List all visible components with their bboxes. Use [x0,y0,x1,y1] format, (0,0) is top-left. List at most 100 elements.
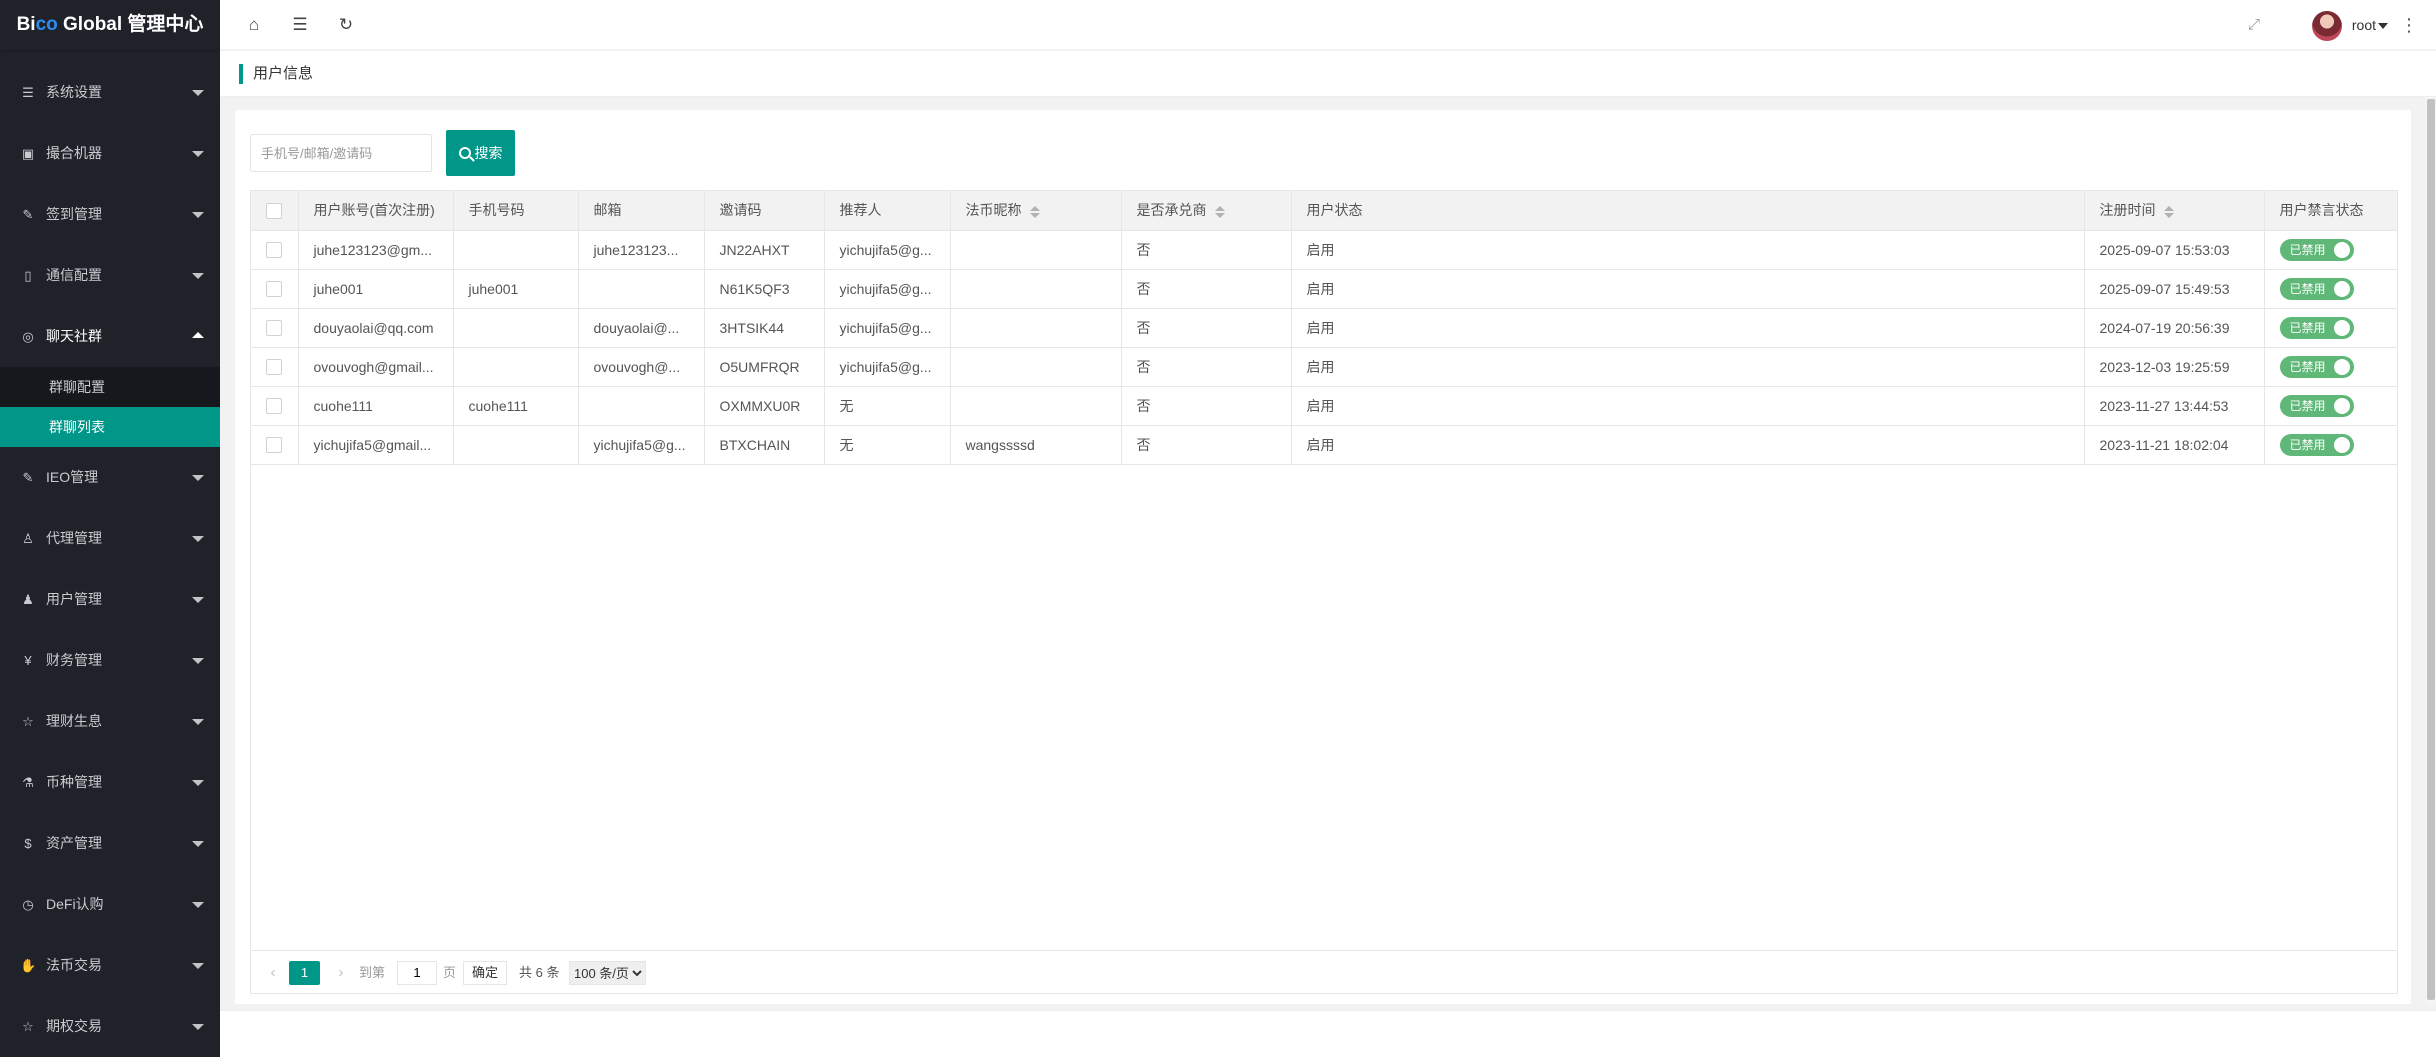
toggle-label: 已禁用 [2289,242,2326,257]
pagination: ‹ 1 › 到第 页 确定 共 6 条 100 条/页 [251,950,2397,993]
toggle-label: 已禁用 [2289,398,2326,413]
current-page[interactable]: 1 [289,961,320,985]
sidebar-item-label: 签到管理 [46,206,102,222]
sidebar-item-options[interactable]: ☆ 期权交易 [0,996,220,1057]
mute-toggle[interactable]: 已禁用 [2279,277,2354,300]
sidebar-subnav: 群聊配置 群聊列表 [0,367,220,447]
cell-referrer: 无 [824,386,951,426]
chevron-down-icon [192,90,204,96]
sidebar-item-checkin[interactable]: ✎ 签到管理 [0,184,220,245]
chevron-down-icon [2378,23,2388,30]
col-phone: 手机号码 [453,191,579,231]
sidebar-item-agent[interactable]: ♙ 代理管理 [0,508,220,569]
fullscreen-icon[interactable]: ⤢ [2242,13,2266,37]
sort-icon[interactable] [1029,205,1040,218]
sidebar-item-matching-robot[interactable]: ▣ 撮合机器 [0,123,220,184]
sidebar-item-currency[interactable]: ⚗ 币种管理 [0,752,220,813]
page-size-select[interactable]: 100 条/页 [569,961,646,985]
select-all-checkbox[interactable] [266,202,283,219]
refresh-icon[interactable]: ↻ [334,13,358,37]
more-vertical-icon[interactable]: ⋮ [2400,13,2418,37]
sidebar-item-chat-community[interactable]: ◎ 聊天社群 [0,306,220,367]
col-fiat-nickname[interactable]: 法币昵称 [950,191,1122,231]
row-checkbox[interactable] [266,320,283,337]
page-title: 用户信息 [239,64,313,84]
col-email: 邮箱 [578,191,705,231]
table-row: ovouvogh@gmail... ovouvogh@... O5UMFRQR … [251,347,2397,387]
mute-toggle[interactable]: 已禁用 [2279,238,2354,261]
mute-toggle[interactable]: 已禁用 [2279,394,2354,417]
sidebar-item-assets[interactable]: $ 资产管理 [0,813,220,874]
mute-toggle[interactable]: 已禁用 [2279,316,2354,339]
row-checkbox[interactable] [266,281,283,298]
cell-referrer: yichujifa5@g... [824,347,951,387]
chevron-down-icon [192,151,204,157]
sidebar-subitem-group-config[interactable]: 群聊配置 [0,367,220,407]
sort-icon[interactable] [1214,205,1225,218]
search-input[interactable] [250,134,432,172]
col-acceptor[interactable]: 是否承兑商 [1121,191,1292,231]
cell-fiat-nickname [950,230,1122,270]
sidebar-item-wealth[interactable]: ☆ 理财生息 [0,691,220,752]
sidebar-item-ieo[interactable]: ✎ IEO管理 [0,447,220,508]
cell-register-time: 2025-09-07 15:53:03 [2084,230,2265,270]
col-mute-status: 用户禁言状态 [2264,191,2397,231]
sidebar-item-label: 撮合机器 [46,145,102,161]
menu-collapse-icon[interactable]: ☰ [288,13,312,37]
table-row: yichujifa5@gmail... yichujifa5@g... BTXC… [251,425,2397,465]
avatar [2311,11,2342,42]
cell-user-status: 启用 [1291,269,2085,309]
sidebar-item-communication[interactable]: ▯ 通信配置 [0,245,220,306]
cell-fiat-nickname [950,386,1122,426]
sidebar-item-users[interactable]: ♟ 用户管理 [0,569,220,630]
sidebar-item-finance[interactable]: ¥ 财务管理 [0,630,220,691]
toggle-label: 已禁用 [2289,359,2326,374]
sidebar-item-label: IEO管理 [46,469,99,485]
table-row: juhe001 juhe001 N61K5QF3 yichujifa5@g...… [251,269,2397,309]
cell-acceptor: 否 [1121,425,1292,465]
sidebar-item-fiat[interactable]: ✋ 法币交易 [0,935,220,996]
sidebar: Bico Global 管理中心 ☰ 系统设置 ▣ 撮合机器 ✎ 签到管理 ▯ 通信配置… [0,0,220,1057]
chevron-down-icon [192,536,204,542]
cell-referrer: yichujifa5@g... [824,308,951,348]
row-checkbox[interactable] [266,398,283,415]
cell-email: yichujifa5@g... [578,425,705,465]
sidebar-item-label: 用户管理 [46,591,102,607]
row-checkbox[interactable] [266,359,283,376]
sidebar-subitem-group-list[interactable]: 群聊列表 [0,407,220,447]
cell-user-status: 启用 [1291,425,2085,465]
user-menu[interactable]: root [2311,10,2388,42]
sidebar-item-system-settings[interactable]: ☰ 系统设置 [0,62,220,123]
mute-toggle[interactable]: 已禁用 [2279,433,2354,456]
goto-page-input[interactable] [397,961,437,985]
col-account: 用户账号(首次注册) [298,191,454,231]
sidebar-item-defi[interactable]: ◷ DeFi认购 [0,874,220,935]
cell-fiat-nickname [950,269,1122,309]
home-icon[interactable]: ⌂ [242,13,266,37]
cell-fiat-nickname: wangssssd [950,425,1122,465]
sort-icon[interactable] [2163,205,2174,218]
cell-register-time: 2023-11-21 18:02:04 [2084,425,2265,465]
col-register-time[interactable]: 注册时间 [2084,191,2265,231]
row-checkbox[interactable] [266,242,283,259]
search-button[interactable]: 搜索 [446,130,515,176]
prev-page-icon[interactable]: ‹ [265,961,281,985]
scrollbar-thumb[interactable] [2427,99,2435,1000]
select-all-cell [251,191,299,231]
goto-confirm-button[interactable]: 确定 [463,961,508,985]
next-page-icon[interactable]: › [333,961,349,985]
cell-account: cuohe111 [298,386,454,426]
cell-register-time: 2023-12-03 19:25:59 [2084,347,2265,387]
toggle-knob [2333,241,2350,258]
star-icon: ☆ [22,1019,34,1034]
col-label: 注册时间 [2099,202,2156,219]
cell-account: douyaolai@qq.com [298,308,454,348]
sidebar-item-label: 资产管理 [46,835,102,851]
cell-user-status: 启用 [1291,230,2085,270]
cell-account: juhe001 [298,269,454,309]
app-logo[interactable]: Bico Global 管理中心 [0,0,220,50]
mute-toggle[interactable]: 已禁用 [2279,355,2354,378]
toggle-knob [2333,358,2350,375]
row-checkbox[interactable] [266,437,283,454]
cell-invite-code: BTXCHAIN [704,425,825,465]
